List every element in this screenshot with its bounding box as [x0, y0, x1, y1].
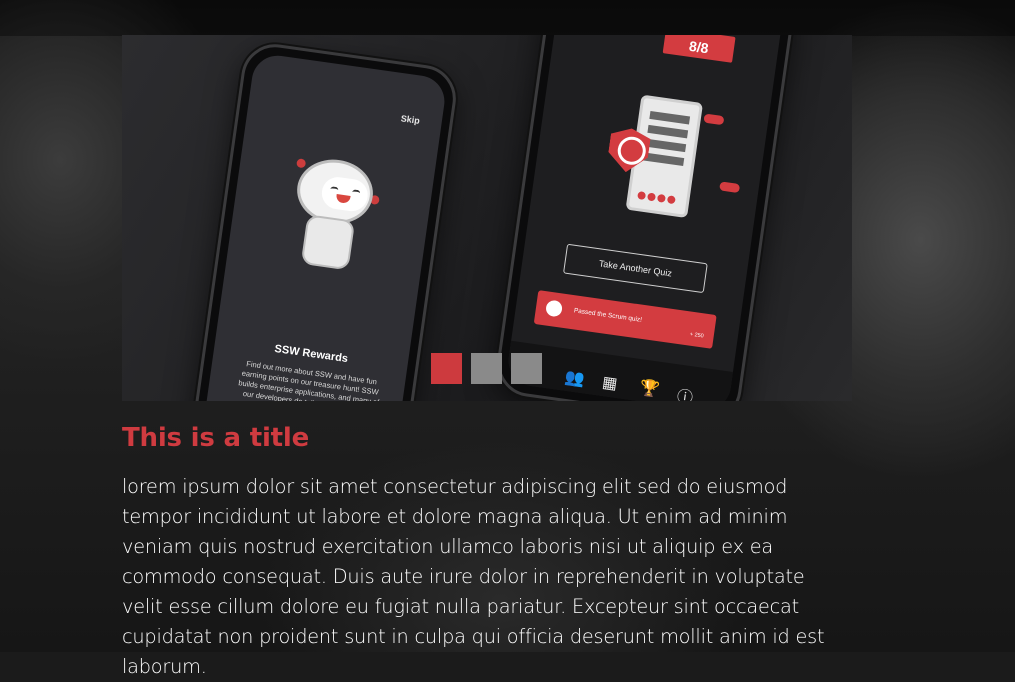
mascot-mouth	[335, 194, 351, 204]
take-another-quiz-button: Take Another Quiz	[563, 243, 708, 294]
cloud-icon	[719, 181, 741, 194]
help-icon: ⓘ	[675, 388, 694, 401]
notification-text: Passed the Scrum quiz!	[573, 307, 643, 324]
phone-screen-right: 8/8 Take Another Quiz Passed the Scrum q…	[505, 35, 785, 401]
illustration-row	[649, 110, 691, 125]
mascot-body	[300, 214, 356, 271]
skip-label: Skip	[400, 113, 421, 126]
dot-icon	[637, 191, 647, 201]
phone-screen-left: Skip SSW Rewards Find out more about SSW…	[202, 52, 448, 401]
astronaut-mascot-illustration	[275, 153, 381, 284]
carousel-indicators	[431, 353, 542, 384]
dot-icon	[656, 193, 666, 203]
antenna-dot-icon	[296, 158, 307, 169]
content-body: lorem ipsum dolor sit amet consectetur a…	[122, 475, 825, 678]
mascot-face	[319, 175, 370, 214]
notification-points: + 250	[689, 331, 705, 340]
mascot-eye	[329, 186, 339, 194]
illustration-row	[643, 152, 685, 167]
qr-code-icon: ▦	[601, 373, 619, 393]
illustration-row	[647, 124, 689, 139]
cloud-icon	[703, 113, 725, 126]
carousel-indicator-2[interactable]	[471, 353, 502, 384]
illustration-row	[645, 138, 687, 153]
content-title: This is a title	[122, 423, 310, 453]
notification-icon	[545, 299, 564, 318]
carousel-indicator-3[interactable]	[511, 353, 542, 384]
quiz-passed-notification: Passed the Scrum quiz! + 250	[533, 290, 717, 349]
carousel[interactable]: Skip SSW Rewards Find out more about SSW…	[122, 35, 852, 401]
carousel-indicator-1[interactable]	[431, 353, 462, 384]
quiz-score-badge: 8/8	[662, 35, 736, 63]
trophy-icon: 🏆	[638, 379, 661, 399]
people-icon: 👥	[563, 368, 586, 389]
mascot-eye	[351, 189, 361, 197]
dot-icon	[646, 192, 657, 202]
dot-icon	[666, 195, 676, 205]
illustration-dots	[637, 186, 681, 205]
background-top-band	[0, 0, 1015, 36]
